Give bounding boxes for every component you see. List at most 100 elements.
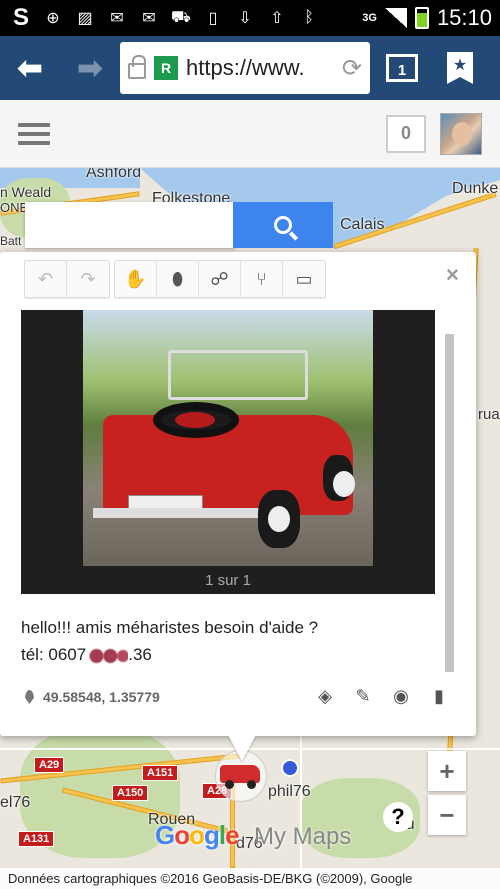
arrow-left-icon: ⬅	[17, 51, 43, 85]
menu-icon[interactable]	[18, 122, 50, 145]
description: hello!!! amis méharistes besoin d'aide ?…	[21, 614, 318, 668]
road-shield: A150	[112, 785, 149, 801]
photo-counter: 1 sur 1	[205, 572, 251, 589]
style-button[interactable]: ◈	[313, 684, 337, 708]
reload-icon[interactable]: ⟳	[342, 54, 362, 83]
map-label: rua	[478, 406, 500, 423]
zoom-out-button[interactable]: −	[428, 795, 466, 835]
app-header: 0	[0, 100, 500, 168]
add-photo-button[interactable]: ◉	[389, 684, 413, 708]
upload-icon: ⇧	[270, 10, 284, 27]
draw-line-button[interactable]: ☍	[199, 261, 241, 297]
s-icon: S	[12, 4, 29, 31]
map-search-input[interactable]	[25, 202, 235, 248]
coordinates: 49.58548, 1.35779	[25, 689, 160, 705]
info-window: ↶ ↷ ✋ ⬮ ☍ ⑂ ▭ × 1 sur 1 hello!!! amis mé…	[0, 252, 476, 736]
polyline-icon: ☍	[210, 268, 229, 289]
phone-icon: ▯	[208, 10, 218, 27]
directions-icon: ⑂	[256, 268, 267, 289]
directions-button[interactable]: ⑂	[241, 261, 283, 297]
bluetooth-icon: ᛒ	[304, 9, 314, 26]
arrow-right-icon: ➡	[77, 51, 103, 85]
redo-icon: ↷	[80, 268, 96, 289]
undo-icon: ↶	[37, 268, 54, 289]
map-label: n Weald	[0, 184, 52, 200]
redo-button[interactable]: ↷	[67, 261, 109, 297]
close-icon[interactable]: ×	[446, 262, 459, 288]
map-label: Calais	[340, 216, 385, 233]
notification-count[interactable]: 0	[386, 114, 426, 153]
phone-suffix: .36	[128, 645, 152, 664]
pencil-icon: ✎	[355, 685, 371, 706]
network-type: 3G	[362, 12, 377, 24]
avatar[interactable]	[440, 112, 482, 155]
pin-icon	[25, 690, 34, 704]
map-search-button[interactable]	[233, 202, 333, 248]
map-toolbar: ↶ ↷ ✋ ⬮ ☍ ⑂ ▭	[24, 260, 326, 298]
tabs-count: 1	[386, 54, 418, 82]
camera-icon: ◉	[393, 685, 409, 706]
car-marker-icon[interactable]	[220, 765, 260, 789]
photo-viewer[interactable]: 1 sur 1	[21, 310, 435, 594]
info-window-pointer	[228, 735, 256, 761]
map-label: Ashford	[86, 168, 142, 181]
bookmark-button[interactable]: ★	[434, 36, 486, 100]
delete-button[interactable]: ▮	[427, 684, 451, 708]
map-label: el76	[0, 794, 31, 811]
trash-icon: ▮	[434, 685, 444, 706]
forward-button[interactable]: ➡	[60, 36, 120, 100]
map-label: phil76	[268, 783, 311, 800]
help-button[interactable]: ?	[383, 802, 413, 832]
undo-button[interactable]: ↶	[25, 261, 67, 297]
url-text[interactable]: https://www.	[186, 55, 334, 81]
map-label: Dunke	[452, 180, 499, 197]
redacted-digits	[86, 647, 129, 664]
hand-icon: ✋	[124, 268, 147, 289]
my-maps-label: My Maps	[254, 823, 352, 850]
tabs-button[interactable]: 1	[370, 36, 434, 100]
car-bumper	[93, 508, 273, 518]
clock: 15:10	[436, 5, 492, 30]
address-bar[interactable]: R https://www. ⟳	[120, 42, 370, 94]
phone-line: tél: 0607 .36	[21, 641, 318, 668]
ruler-icon: ▭	[295, 268, 313, 289]
map-copyright: Données cartographiques ©2016 GeoBasis-D…	[0, 868, 500, 889]
road-shield: A151	[142, 765, 179, 781]
gps-icon: ⊕	[46, 10, 60, 27]
add-marker-button[interactable]: ⬮	[157, 261, 199, 297]
car-windshield	[168, 350, 308, 400]
measure-button[interactable]: ▭	[283, 261, 325, 297]
site-favicon: R	[154, 56, 178, 80]
spare-wheel	[153, 402, 239, 438]
image-icon: ▨	[77, 10, 93, 27]
mail-muted-icon: ✉	[110, 10, 124, 27]
phone-prefix: tél: 0607	[21, 645, 87, 664]
pan-button[interactable]: ✋	[115, 261, 157, 297]
browser-toolbar: ⬅ ➡ R https://www. ⟳ 1 ★	[0, 36, 500, 100]
car-icon: ⛟	[170, 9, 192, 26]
car-photo[interactable]	[83, 310, 373, 566]
map-label: ONE	[0, 200, 29, 215]
bookmark-star-icon: ★	[447, 52, 473, 84]
feature-actions: ◈ ✎ ◉ ▮	[313, 684, 451, 708]
lock-icon	[128, 55, 146, 79]
car-wheel	[323, 455, 355, 501]
back-button[interactable]: ⬅	[0, 36, 60, 100]
paint-bucket-icon: ◈	[318, 685, 332, 706]
battery-icon	[414, 7, 429, 29]
edit-button[interactable]: ✎	[351, 684, 375, 708]
location-dot[interactable]	[281, 759, 299, 777]
description-line: hello!!! amis méharistes besoin d'aide ?	[21, 618, 319, 637]
status-bar: S ⊕ ▨ ✉ ✉ ⛟ ▯ ⇩ ⇧ ᛒ 3G 15:10	[0, 0, 500, 36]
download-icon: ⇩	[238, 10, 252, 27]
scrollbar[interactable]	[445, 334, 454, 672]
google-logo: Google	[155, 820, 240, 850]
zoom-in-button[interactable]: +	[428, 751, 466, 791]
car-wheel	[258, 490, 300, 548]
road	[300, 728, 302, 888]
search-icon	[274, 216, 292, 234]
mail-muted-icon: ✉	[142, 10, 156, 27]
coordinates-text: 49.58548, 1.35779	[43, 689, 160, 705]
signal-icon	[384, 8, 407, 28]
marker-icon: ⬮	[171, 268, 184, 289]
